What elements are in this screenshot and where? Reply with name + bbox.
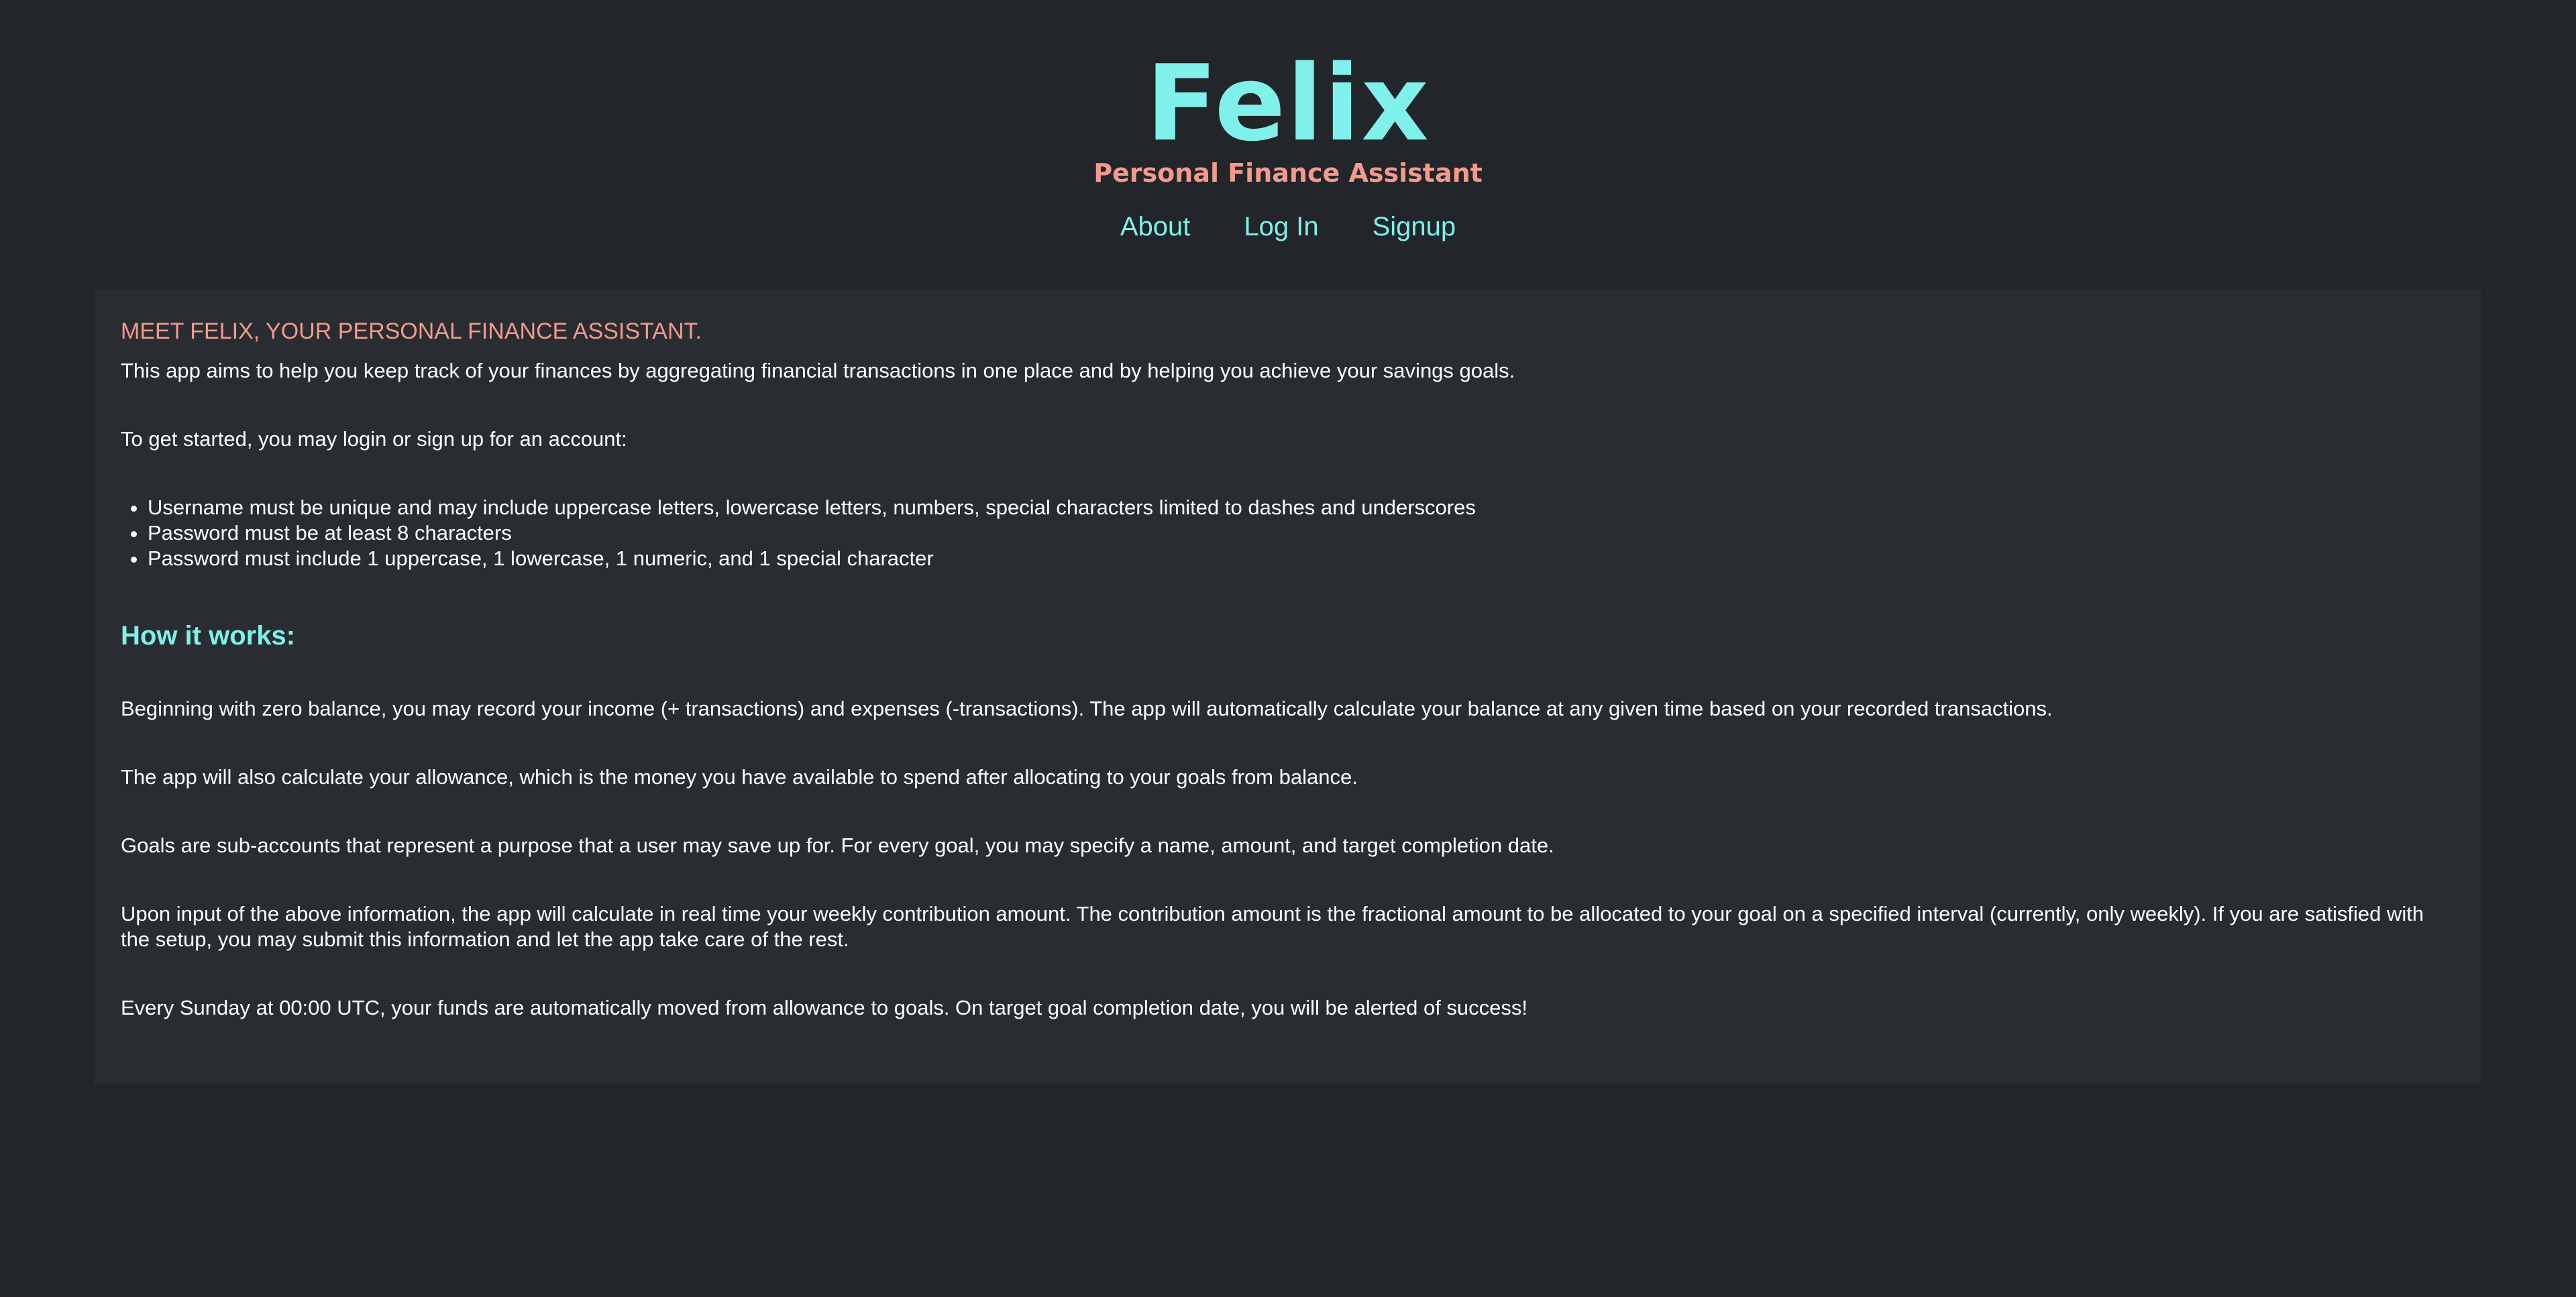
how-it-works-paragraph: Every Sunday at 00:00 UTC, your funds ar… — [121, 996, 1528, 1019]
nav-about-link[interactable]: About — [1120, 208, 1191, 245]
list-item: Password must be at least 8 characters — [148, 520, 2454, 546]
nav-signup-link[interactable]: Signup — [1373, 208, 1456, 245]
brand-logo: Felix — [1146, 42, 1430, 164]
about-card: MEET FELIX, YOUR PERSONAL FINANCE ASSIST… — [94, 290, 2481, 1084]
how-it-works-paragraph: Beginning with zero balance, you may rec… — [121, 697, 2053, 720]
account-rules-list: Username must be unique and may include … — [121, 495, 2454, 571]
brand-tagline: Personal Finance Assistant — [1093, 158, 1483, 188]
how-it-works-paragraph: Upon input of the above information, the… — [121, 902, 2424, 951]
list-item: Username must be unique and may include … — [148, 495, 2454, 520]
list-item: Password must include 1 uppercase, 1 low… — [148, 546, 2454, 571]
how-it-works-paragraph: Goals are sub-accounts that represent a … — [121, 834, 1554, 857]
site-header: Felix Personal Finance Assistant About L… — [0, 0, 2576, 245]
about-title: MEET FELIX, YOUR PERSONAL FINANCE ASSIST… — [121, 319, 702, 344]
main-nav: About Log In Signup — [0, 208, 2576, 245]
how-it-works-heading: How it works: — [121, 621, 296, 651]
get-started-text: To get started, you may login or sign up… — [121, 427, 627, 451]
about-aim-text: This app aims to help you keep track of … — [121, 359, 1515, 382]
how-it-works-paragraph: The app will also calculate your allowan… — [121, 765, 1358, 789]
nav-login-link[interactable]: Log In — [1244, 208, 1318, 245]
